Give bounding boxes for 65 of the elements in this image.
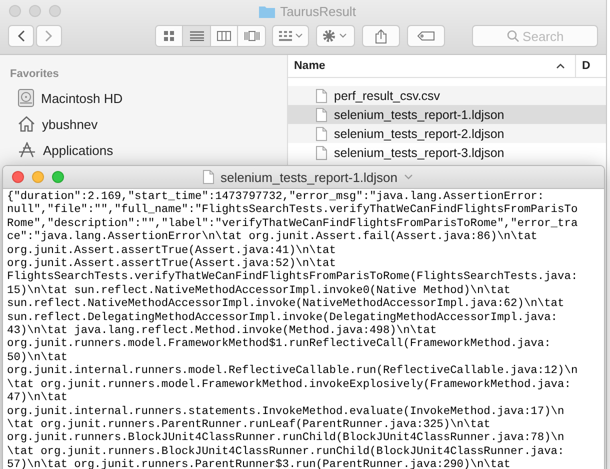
sidebar-item[interactable]: Applications <box>43 142 114 158</box>
text-line: \tat org.junit.runners.BlockJUnit4ClassRunner.runChild(BlockJUnit4ClassRunner.java: <box>7 446 564 458</box>
text-line: ce":"java.lang.AssertionError\n\tat org.junit.Assert.fail(Assert.java:86)\n\tat <box>7 231 538 244</box>
text-line: Rome","description":"","label":"verifyThatWeCanFindFlightsFromParisToRome","error_tra <box>7 218 578 230</box>
column-header[interactable]: Name <box>288 55 576 77</box>
document-icon <box>316 108 327 122</box>
applications-icon <box>18 142 36 158</box>
file-row[interactable]: selenium_tests_report-2.ldjson <box>288 124 606 143</box>
file-row[interactable]: selenium_tests_report-1.ldjson <box>288 105 606 124</box>
text-line: 15)\n\tat sun.reflect.NativeMethodAccessorImpl.invoke0(Native Method)\n\tat <box>7 284 511 298</box>
text-line: 47)\n\tat <box>7 392 68 406</box>
hard-drive-icon <box>18 89 34 107</box>
text-line: 43)\n\tat java.lang.reflect.Method.invoke(Method.java:498)\n\tat <box>7 325 437 338</box>
view-mode-button[interactable] <box>156 26 184 46</box>
folder-icon <box>259 4 276 18</box>
text-line: org.junit.runners.BlockJUnit4ClassRunner.runChild(BlockJUnit4ClassRunner.java:78)\n <box>7 432 564 446</box>
text-line: {"duration":2.169,"start_time":1473797732,"error_msg":"java.lang.AssertionError: <box>7 191 544 204</box>
action-button[interactable] <box>316 25 355 47</box>
document-icon <box>316 88 327 102</box>
back-button[interactable] <box>8 25 34 47</box>
chevron-down-icon <box>404 174 413 180</box>
settings-icon <box>322 29 348 43</box>
share-button[interactable] <box>362 25 400 47</box>
sidebar-item[interactable]: Macintosh HD <box>41 90 123 106</box>
view-mode-control[interactable] <box>155 25 266 47</box>
zoom-button[interactable] <box>52 171 64 183</box>
view-mode-button[interactable] <box>210 26 238 46</box>
text-line: sun.reflect.DelegatingMethodAccessorImpl.invoke(DelegatingMethodAccessorImpl.java: <box>7 312 558 324</box>
text-line: org.junit.Assert.assertTrue(Assert.java:52)\n\tat <box>7 258 336 270</box>
sort-caret-icon <box>556 63 565 69</box>
sidebar-item[interactable]: ybushnev <box>42 116 98 132</box>
view-mode-button[interactable] <box>183 26 211 46</box>
window-title: TaurusResult <box>280 4 356 18</box>
text-line: org.junit.Assert.assertTrue(Assert.java:41)\n\tat <box>7 244 336 258</box>
arrange-button[interactable] <box>272 25 310 47</box>
grid-caret-icon <box>278 31 303 41</box>
file-row[interactable]: perf_result_csv.csv <box>288 86 606 105</box>
close-button[interactable] <box>12 171 24 183</box>
document-icon <box>316 146 327 160</box>
text-line: FlightsSearchTests.verifyThatWeCanFindFlightsFromParisToRome(FlightsSearchTests.java: <box>7 271 578 284</box>
text-line: \tat org.junit.runners.ParentRunner.runLeaf(ParentRunner.java:325)\n\tat <box>7 418 490 432</box>
share-icon <box>374 28 387 44</box>
document-icon <box>203 170 214 184</box>
text-line: org.junit.runners.model.FrameworkMethod$1.runReflectiveCall(FrameworkMethod.java: <box>7 338 551 352</box>
chevron-right-icon <box>45 30 53 42</box>
sidebar-heading: Favorites <box>10 68 59 80</box>
text-line: \tat org.junit.runners.model.FrameworkMethod.invokeExplosively(FrameworkMethod.java: <box>7 378 571 392</box>
tag-icon <box>417 31 436 41</box>
text-line: null","file":"","full_name":"FlightsSearchTests.verifyThatWeCanFindFlightsFromParisTo <box>7 204 578 218</box>
column-header[interactable]: D <box>576 55 590 77</box>
search-icon <box>506 30 519 42</box>
tag-button[interactable] <box>406 25 446 47</box>
columns-icon <box>217 31 232 41</box>
list-icon <box>190 31 204 41</box>
icon-grid-icon <box>164 31 174 41</box>
cover-flow-icon <box>244 31 260 41</box>
house-icon <box>18 116 35 132</box>
view-mode-button[interactable] <box>238 26 265 46</box>
document-title: selenium_tests_report-1.ldjson <box>220 170 398 184</box>
text-line: 50)\n\tat <box>7 352 68 364</box>
text-line: sun.reflect.NativeMethodAccessorImpl.invoke(NativeMethodAccessorImpl.java:62)\n\tat <box>7 298 564 312</box>
chevron-left-icon <box>17 30 25 42</box>
document-icon <box>316 126 327 140</box>
text-line: org.junit.internal.runners.model.ReflectiveCallable.run(ReflectiveCallable.java:12)\n <box>7 365 578 378</box>
text-line: org.junit.internal.runners.statements.InvokeMethod.evaluate(InvokeMethod.java:17)\n <box>7 406 564 418</box>
